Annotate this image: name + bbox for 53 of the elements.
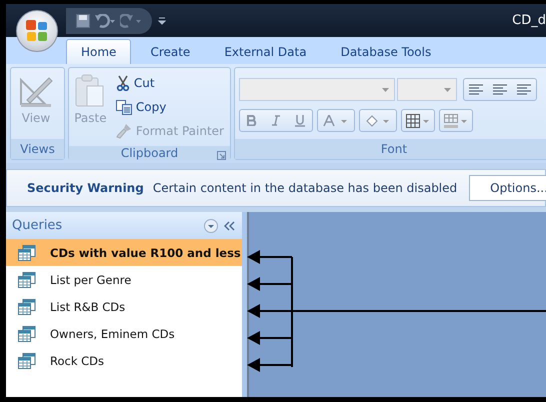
align-icon[interactable] <box>493 84 507 95</box>
grid-icon <box>406 114 430 128</box>
fill-color-button[interactable] <box>359 109 397 132</box>
paint-bucket-icon <box>365 114 391 126</box>
query-item[interactable]: Owners, Eminem CDs <box>6 320 242 347</box>
query-item[interactable]: List per Genre <box>6 266 242 293</box>
security-warning-title: Security Warning <box>27 181 144 195</box>
query-item[interactable]: Rock CDs <box>6 347 242 374</box>
undo-icon[interactable] <box>94 14 116 28</box>
ribbon-tab[interactable]: Home <box>66 39 132 64</box>
group-label: Views <box>11 139 64 159</box>
office-button[interactable] <box>16 10 58 52</box>
window-title: CD_d <box>512 13 546 28</box>
navigation-pane-title: Queries <box>12 218 62 233</box>
save-icon[interactable] <box>76 14 90 28</box>
clipboard-icon <box>75 74 106 108</box>
clipboard-action-button[interactable]: Copy <box>114 96 226 118</box>
font-color-button[interactable] <box>317 109 355 132</box>
scissors-icon <box>116 75 130 91</box>
dropdown-arrow-icon <box>444 88 451 92</box>
font-size-field[interactable] <box>397 78 457 101</box>
customize-dropdown-icon[interactable] <box>158 16 166 24</box>
underline-icon[interactable] <box>295 114 305 126</box>
font-color-icon <box>323 114 349 126</box>
redo-icon[interactable] <box>120 14 142 28</box>
bold-icon[interactable] <box>247 115 257 126</box>
query-icon <box>18 244 36 260</box>
office-logo-icon <box>25 19 49 43</box>
dropdown-circle-icon[interactable] <box>204 218 218 232</box>
query-item[interactable]: CDs with value R100 and less <box>6 239 242 266</box>
ribbon-tab[interactable]: Database Tools <box>326 39 446 64</box>
group-label: Clipboard <box>69 146 230 160</box>
ribbon-tab[interactable]: Create <box>135 39 206 64</box>
query-icon <box>18 326 36 342</box>
gridlines-button[interactable] <box>401 109 435 132</box>
query-item[interactable]: List R&B CDs <box>6 293 242 320</box>
dropdown-arrow-icon <box>382 88 389 92</box>
collapse-icon[interactable] <box>224 220 236 230</box>
font-name-field[interactable] <box>239 78 395 101</box>
align-icon[interactable] <box>469 84 483 95</box>
ribbon-tab[interactable]: External Data <box>209 39 322 64</box>
clipboard-action-button[interactable]: Cut <box>114 72 226 94</box>
dialog-launcher-icon[interactable] <box>217 151 226 160</box>
query-icon <box>18 272 36 288</box>
query-icon <box>18 352 36 368</box>
brush-icon <box>116 123 132 139</box>
align-icon[interactable] <box>517 84 531 95</box>
table-rows-icon <box>444 114 468 128</box>
group-label: Font <box>235 139 546 159</box>
query-icon <box>18 298 36 314</box>
copy-icon <box>116 100 132 114</box>
italic-icon[interactable] <box>272 115 280 126</box>
security-warning-message: Certain content in the database has been disabled <box>152 181 458 195</box>
